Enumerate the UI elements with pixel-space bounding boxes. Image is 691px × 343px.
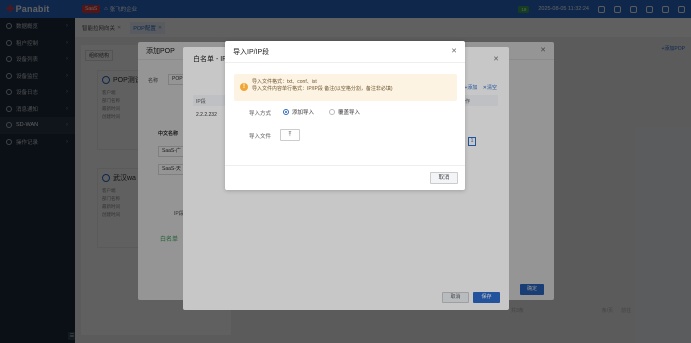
notice-line-format: 导入文件格式：txt、conf、ist bbox=[252, 79, 317, 85]
notice-line-content: 导入文件内容单行格式：IP/IP段 备注(以空格分割，备注非必填) bbox=[252, 86, 393, 92]
pagination: 共3条 条/页 前往 bbox=[511, 307, 631, 314]
close-icon[interactable]: ✕ bbox=[451, 47, 457, 55]
divider bbox=[225, 165, 465, 166]
radio-dot-icon bbox=[329, 109, 335, 115]
import-ip-dialog: 导入IP/IP段 ✕ ! 导入文件格式：txt、conf、ist 导入文件内容单… bbox=[225, 41, 465, 190]
cancel-button[interactable]: 取消 bbox=[430, 172, 458, 184]
upload-button[interactable]: ⤒ bbox=[280, 129, 300, 141]
radio-overwrite-import[interactable]: 覆盖导入 bbox=[329, 108, 360, 116]
radio-dot-icon bbox=[283, 109, 289, 115]
import-file-label: 导入文件 bbox=[249, 134, 272, 140]
upload-icon: ⤒ bbox=[288, 132, 292, 138]
import-notice: ! 导入文件格式：txt、conf、ist 导入文件内容单行格式：IP/IP段 … bbox=[234, 74, 457, 101]
page-size-select[interactable]: 条/页 bbox=[602, 307, 613, 314]
goto-page-label: 前往 bbox=[621, 308, 632, 314]
dialog-title: 导入IP/IP段 bbox=[225, 41, 465, 63]
radio-add-import[interactable]: 添加导入 bbox=[283, 108, 314, 116]
warning-icon: ! bbox=[240, 83, 248, 91]
pagination-total: 共3条 bbox=[511, 308, 524, 314]
import-mode-label: 导入方式 bbox=[249, 111, 272, 117]
